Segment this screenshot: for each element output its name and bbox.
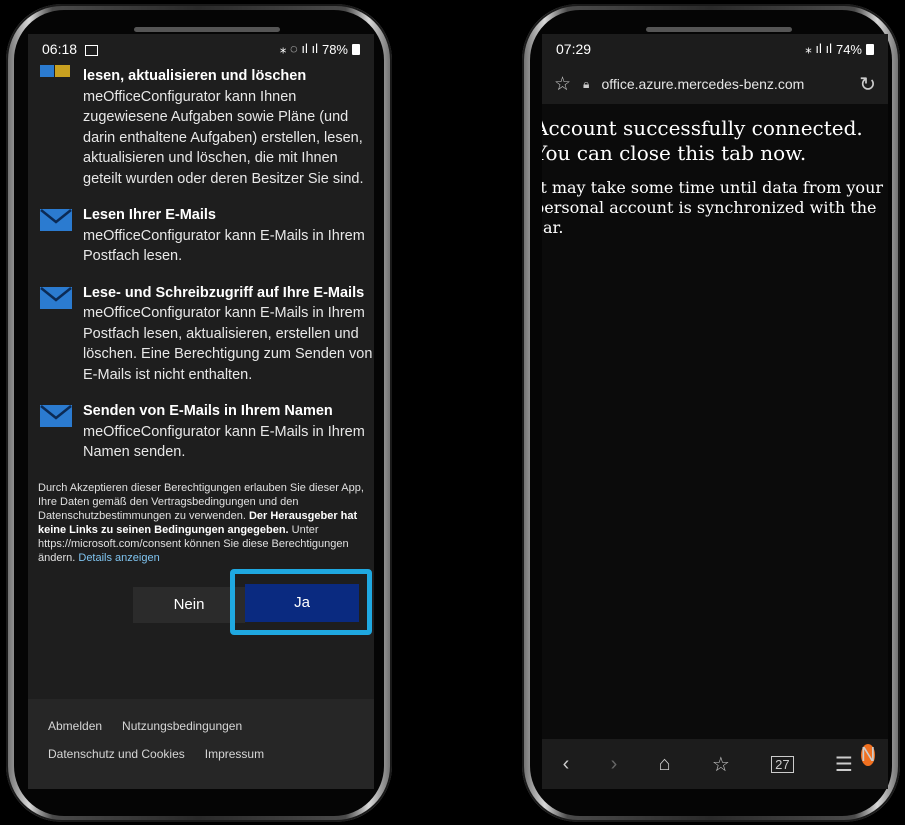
permission-desc: meOfficeConfigurator kann E-Mails in Ihr…	[83, 423, 365, 461]
mail-icon	[40, 286, 72, 316]
sync-message: It may take some time until data from yo…	[542, 178, 884, 237]
speaker-grille	[134, 27, 280, 32]
permission-readwrite-mail: Lese- und Schreibzugriff auf Ihre E-Mail…	[28, 283, 374, 386]
permission-desc: meOfficeConfigurator kann E-Mails in Ihr…	[83, 305, 373, 383]
footer: Abmelden Nutzungsbedingungen Datenschutz…	[28, 699, 374, 789]
battery-level: 74%	[835, 41, 862, 57]
back-icon[interactable]: ‹	[563, 753, 570, 776]
legal-notice: Durch Akzeptieren dieser Berechtigungen …	[28, 481, 374, 565]
status-time: 07:29	[556, 41, 592, 57]
tasks-icon	[40, 63, 70, 84]
speaker-grille	[646, 27, 792, 32]
permission-title: lesen, aktualisieren und löschen	[83, 68, 307, 84]
status-time: 06:18	[42, 41, 78, 57]
mail-icon	[40, 405, 72, 434]
mail-icon	[40, 209, 72, 238]
permission-desc: meOfficeConfigurator kann E-Mails in Ihr…	[83, 227, 365, 265]
consent-screen: 06:18 ⁎ ◌ ıl ıl 78% lesen, aktualisieren…	[28, 34, 374, 789]
button-row: Nein Ja	[28, 565, 374, 635]
permission-title: Lese- und Schreibzugriff auf Ihre E-Mail…	[83, 284, 365, 301]
privacy-link[interactable]: Datenschutz und Cookies	[48, 747, 185, 761]
url-text[interactable]: office.azure.mercedes-benz.com	[601, 76, 847, 92]
lock-icon: 🔒︎	[583, 76, 590, 91]
permission-tasks: lesen, aktualisieren und löschen meOffic…	[28, 63, 374, 189]
gallery-icon	[84, 44, 98, 56]
decline-button[interactable]: Nein	[133, 586, 245, 623]
battery-icon	[352, 43, 360, 55]
details-link[interactable]: Details anzeigen	[78, 552, 159, 564]
signal-icon: ⁎ ıl ıl	[805, 41, 832, 56]
tabs-icon[interactable]: 27	[771, 755, 794, 773]
permission-title: Lesen Ihrer E-Mails	[83, 207, 216, 223]
permission-read-mail: Lesen Ihrer E-Mails meOfficeConfigurator…	[28, 205, 374, 267]
browser-screen: 07:29 ⁎ ıl ıl 74% ☆ 🔒︎ office.azure.merc…	[542, 34, 888, 789]
battery-icon	[866, 43, 874, 55]
battery-level: 78%	[321, 41, 348, 57]
signout-link[interactable]: Abmelden	[48, 719, 102, 733]
notification-badge: N	[860, 743, 876, 766]
browser-nav-bar: ‹ › ⌂ ☆ 27 ☰ N	[542, 739, 888, 789]
bookmarks-icon[interactable]: ☆	[712, 752, 730, 777]
permission-title: Senden von E-Mails in Ihrem Namen	[83, 403, 333, 419]
status-bar: 07:29 ⁎ ıl ıl 74%	[542, 34, 888, 64]
accept-button[interactable]: Ja	[245, 583, 359, 622]
signal-icon: ⁎ ◌ ıl ıl	[279, 41, 318, 56]
home-icon[interactable]: ⌂	[659, 753, 671, 776]
permission-send-mail: Senden von E-Mails in Ihrem Namen meOffi…	[28, 401, 374, 463]
menu-icon[interactable]: ☰ N	[835, 743, 876, 777]
permission-desc: meOfficeConfigurator kann Ihnen zugewies…	[83, 88, 364, 187]
star-icon[interactable]: ☆	[554, 73, 571, 96]
success-message: Account successfully connected. You can …	[542, 116, 863, 165]
imprint-link[interactable]: Impressum	[205, 747, 264, 761]
reload-icon[interactable]: ↻	[859, 72, 876, 97]
status-bar: 06:18 ⁎ ◌ ıl ıl 78%	[28, 34, 374, 64]
forward-icon[interactable]: ›	[611, 753, 618, 776]
url-bar[interactable]: ☆ 🔒︎ office.azure.mercedes-benz.com ↻	[542, 64, 888, 104]
terms-link[interactable]: Nutzungsbedingungen	[122, 719, 242, 733]
